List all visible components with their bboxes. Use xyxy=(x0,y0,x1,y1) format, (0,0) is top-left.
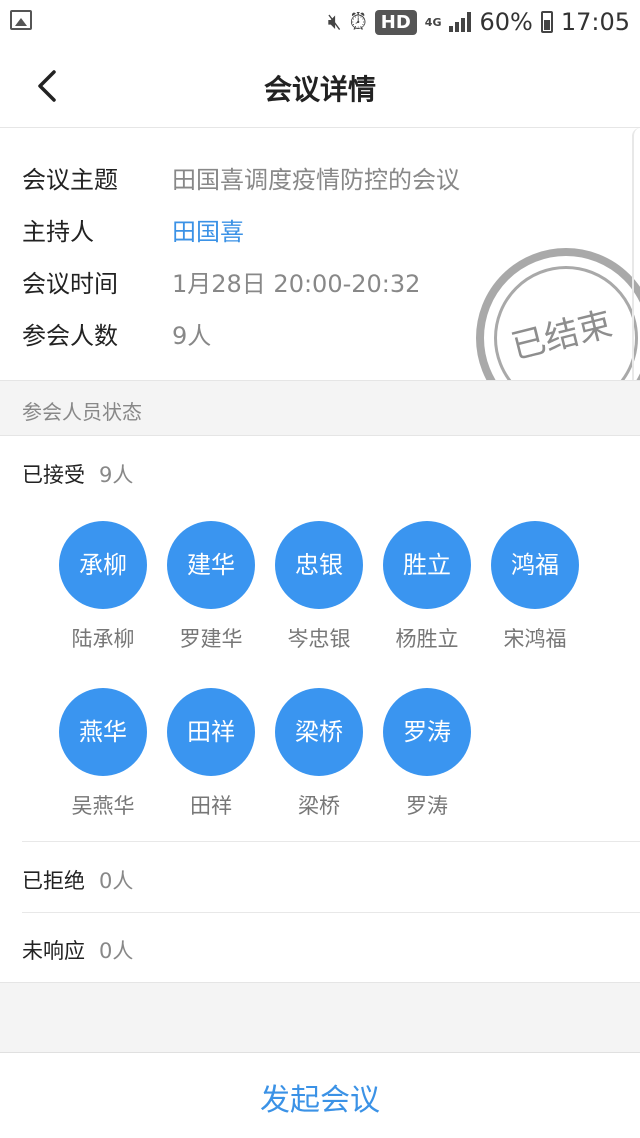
participant-name: 田祥 xyxy=(190,794,232,818)
count-label: 参会人数 xyxy=(22,322,118,350)
participant-name: 罗建华 xyxy=(179,627,243,651)
participant-name: 罗涛 xyxy=(406,794,448,818)
avatar: 鸿福 xyxy=(491,521,579,609)
battery-icon xyxy=(540,11,553,33)
network-type: 4G xyxy=(424,15,442,29)
avatar: 胜立 xyxy=(383,521,471,609)
participant[interactable]: 田祥 田祥 xyxy=(157,688,265,820)
accepted-label: 已接受 xyxy=(22,463,85,487)
topic-value: 田国喜调度疫情防控的会议 xyxy=(172,166,460,194)
time-row: 会议时间 1月28日 20:00-20:32 xyxy=(22,264,420,299)
participant[interactable]: 燕华 吴燕华 xyxy=(49,688,157,820)
rejected-count: 0人 xyxy=(99,869,134,893)
host-row: 主持人 田国喜 xyxy=(22,212,244,247)
noresponse-count: 0人 xyxy=(99,939,134,963)
participant[interactable]: 梁桥 梁桥 xyxy=(265,688,373,820)
section-header: 参会人员状态 xyxy=(0,380,640,436)
participant[interactable]: 忠银 岑忠银 xyxy=(265,521,373,653)
avatar: 承柳 xyxy=(59,521,147,609)
mute-icon: 🔇︎ xyxy=(327,9,342,35)
footer-bar: 发起会议 xyxy=(0,1052,640,1138)
page-title: 会议详情 xyxy=(263,73,376,106)
host-label: 主持人 xyxy=(22,218,94,246)
alarm-icon: ⏰︎ xyxy=(349,9,367,35)
participant-name: 宋鸿福 xyxy=(503,627,567,651)
accepted-count: 9人 xyxy=(99,463,134,487)
nav-bar: 会议详情 xyxy=(0,44,640,128)
participant-name: 吴燕华 xyxy=(71,794,135,818)
noresponse-status: 未响应 0人 xyxy=(22,935,133,965)
avatar: 忠银 xyxy=(275,521,363,609)
count-row: 参会人数 9人 xyxy=(22,316,211,351)
participant-name: 陆承柳 xyxy=(71,627,135,651)
topic-row: 会议主题 田国喜调度疫情防控的会议 xyxy=(22,160,460,195)
accepted-group: 已接受 9人 承柳 陆承柳 建华 罗建华 忠银 岑忠银 胜立 杨胜立 鸿福 宋鸿福… xyxy=(0,436,640,842)
host-link[interactable]: 田国喜 xyxy=(172,212,244,247)
participant-name: 岑忠银 xyxy=(287,627,351,651)
battery-percent: 60% xyxy=(479,8,533,36)
accepted-status: 已接受 9人 xyxy=(22,459,133,489)
participant[interactable]: 鸿福 宋鸿福 xyxy=(481,521,589,653)
participant[interactable]: 承柳 陆承柳 xyxy=(49,521,157,653)
time-label: 会议时间 xyxy=(22,270,118,298)
other-status-group: 已拒绝 0人 未响应 0人 xyxy=(0,842,640,982)
participant[interactable]: 胜立 杨胜立 xyxy=(373,521,481,653)
avatar: 梁桥 xyxy=(275,688,363,776)
ended-stamp: 已结束 xyxy=(476,248,640,380)
scroll-edge xyxy=(632,128,640,380)
participant[interactable]: 罗涛 罗涛 xyxy=(373,688,481,820)
gallery-notification-icon xyxy=(10,10,32,30)
rejected-status: 已拒绝 0人 xyxy=(22,865,133,895)
meeting-info: 会议主题 田国喜调度疫情防控的会议 主持人 田国喜 会议时间 1月28日 20:… xyxy=(0,128,640,380)
noresponse-label: 未响应 xyxy=(22,939,85,963)
avatar: 建华 xyxy=(167,521,255,609)
section-title: 参会人员状态 xyxy=(22,400,142,424)
clock: 17:05 xyxy=(560,8,630,36)
avatar: 燕华 xyxy=(59,688,147,776)
participant-name: 梁桥 xyxy=(298,794,340,818)
hd-badge: HD xyxy=(374,9,417,35)
topic-label: 会议主题 xyxy=(22,166,118,194)
count-value: 9人 xyxy=(172,322,212,350)
time-value: 1月28日 20:00-20:32 xyxy=(172,270,421,298)
participant[interactable]: 建华 罗建华 xyxy=(157,521,265,653)
spacer xyxy=(0,982,640,1052)
participant-name: 杨胜立 xyxy=(395,627,459,651)
status-bar: 🔇︎ ⏰︎ HD 4G 60% 17:05 xyxy=(0,0,640,44)
avatar: 罗涛 xyxy=(383,688,471,776)
divider xyxy=(22,912,640,913)
status-icons: 🔇︎ ⏰︎ HD 4G 60% 17:05 xyxy=(328,6,630,38)
start-meeting-button[interactable]: 发起会议 xyxy=(0,1075,640,1119)
rejected-label: 已拒绝 xyxy=(22,869,85,893)
signal-icon xyxy=(449,12,472,32)
avatar: 田祥 xyxy=(167,688,255,776)
